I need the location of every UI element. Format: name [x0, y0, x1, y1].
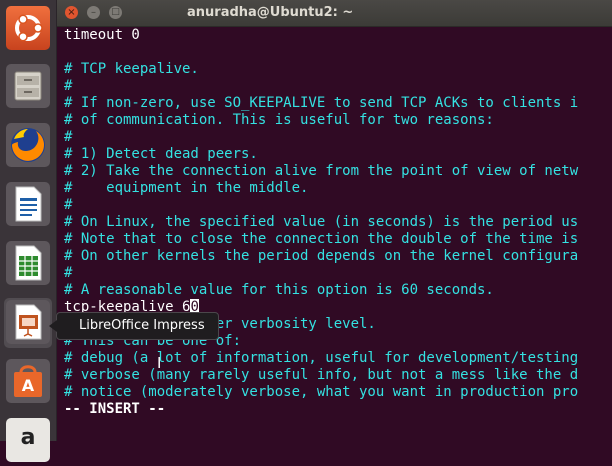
impress-icon	[6, 300, 50, 344]
tooltip-arrow	[49, 320, 57, 332]
terminal-line: # equipment in the middle.	[64, 180, 309, 196]
terminal-line: #	[64, 129, 73, 145]
terminal-line: # If non-zero, use SO_KEEPALIVE to send …	[64, 95, 579, 111]
terminal-line: # Note that to close the connection the …	[64, 231, 579, 247]
terminal-line: #	[64, 265, 73, 281]
terminal-line: # 2) Take the connection alive from the …	[64, 163, 579, 179]
tooltip-text: LibreOffice Impress	[79, 318, 205, 333]
svg-text:a: a	[21, 425, 36, 450]
calc-icon	[6, 241, 50, 285]
terminal-area[interactable]: timeout 0 # TCP keepalive. # # If non-ze…	[57, 27, 612, 441]
launcher: A a	[0, 0, 57, 462]
terminal-line: # debug (a lot of information, useful fo…	[64, 350, 579, 366]
launcher-item-impress[interactable]	[4, 298, 52, 348]
firefox-icon	[6, 123, 50, 167]
window-titlebar[interactable]: × – □ anuradha@Ubuntu2: ~	[57, 0, 612, 27]
terminal-line: # On other kernels the period depends on…	[64, 248, 579, 264]
launcher-item-calc[interactable]	[4, 239, 52, 289]
amazon-icon: a	[6, 418, 50, 462]
launcher-item-writer[interactable]	[4, 180, 52, 230]
ibeam-cursor-icon: I	[157, 354, 162, 372]
ubuntu-logo-icon	[6, 6, 50, 50]
terminal-line: # On Linux, the specified value (in seco…	[64, 214, 579, 230]
svg-text:A: A	[22, 376, 35, 395]
launcher-item-software[interactable]: A	[4, 357, 52, 407]
launcher-item-dash[interactable]	[4, 4, 52, 54]
terminal-line: timeout 0	[64, 27, 140, 43]
window-title: anuradha@Ubuntu2: ~	[187, 5, 354, 20]
terminal-line: #	[64, 197, 73, 213]
file-cabinet-icon	[6, 64, 50, 108]
terminal-line: # notice (moderately verbose, what you w…	[64, 384, 579, 400]
vim-mode-indicator: -- INSERT --	[64, 401, 166, 417]
launcher-tooltip: LibreOffice Impress	[49, 312, 219, 340]
writer-icon	[6, 182, 50, 226]
maximize-icon[interactable]: □	[109, 6, 122, 19]
launcher-item-amazon[interactable]: a	[4, 416, 52, 466]
terminal-line: # 1) Detect dead peers.	[64, 146, 258, 162]
terminal-line: #	[64, 78, 73, 94]
close-icon[interactable]: ×	[65, 6, 78, 19]
terminal-line: # verbose (many rarely useful info, but …	[64, 367, 579, 383]
launcher-item-files[interactable]	[4, 62, 52, 112]
launcher-item-firefox[interactable]	[4, 121, 52, 171]
software-bag-icon: A	[6, 359, 50, 403]
terminal-line: # A reasonable value for this option is …	[64, 282, 494, 298]
terminal-line: # of communication. This is useful for t…	[64, 112, 494, 128]
terminal-line: # TCP keepalive.	[64, 61, 199, 77]
minimize-icon[interactable]: –	[87, 6, 100, 19]
